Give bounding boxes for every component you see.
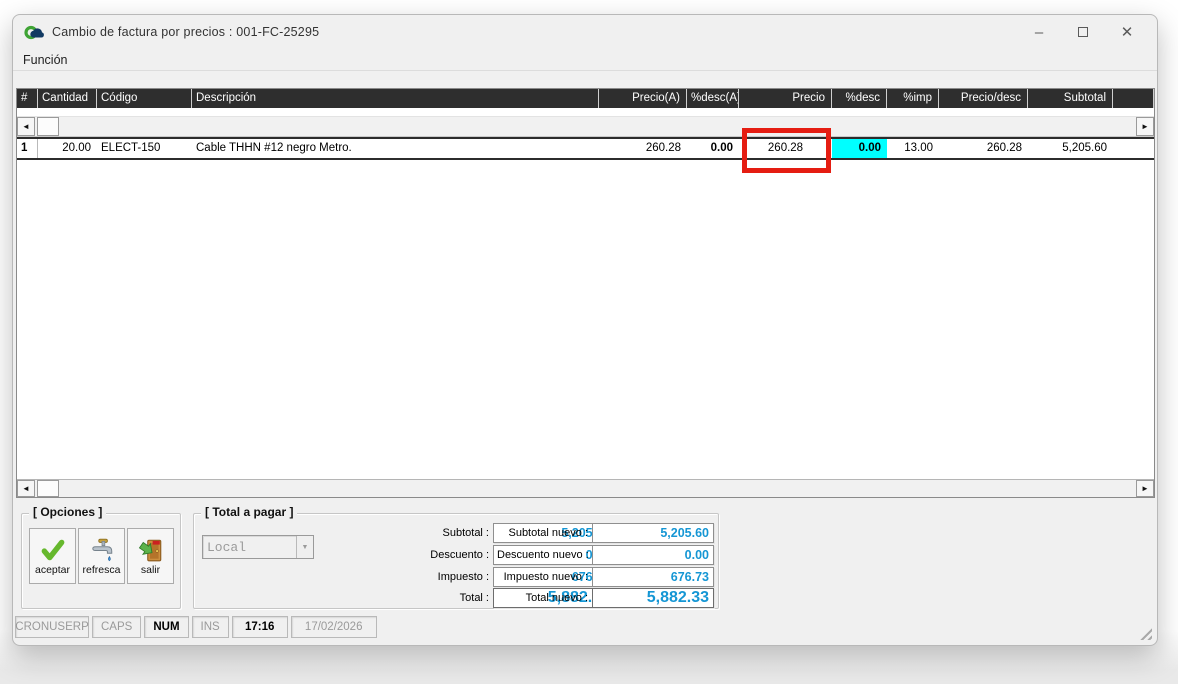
grid-header-spacer [17, 108, 1154, 116]
total-a-pagar-groupbox: [ Total a pagar ] Local ▼ Subtotal : 5,2… [193, 513, 719, 609]
refresca-button[interactable]: refresca [78, 528, 125, 584]
grid-empty-area [17, 160, 1154, 479]
cell-num[interactable]: 1 [17, 139, 38, 158]
menu-funcion[interactable]: Función [13, 51, 77, 69]
menu-bar: Función [13, 49, 1157, 71]
status-num: NUM [144, 616, 188, 638]
maximize-button[interactable] [1061, 15, 1105, 49]
cell-descripcion[interactable]: Cable THHN #12 negro Metro. [192, 139, 599, 158]
button-label: aceptar [35, 564, 70, 576]
salir-button[interactable]: salir [127, 528, 174, 584]
status-bar: CRONUSERP CAPS NUM INS 17:16 17/02/2026 [15, 616, 377, 638]
grid-rows: 1 20.00 ELECT-150 Cable THHN #12 negro M… [17, 137, 1154, 160]
cell-desc[interactable]: 0.00 [832, 139, 887, 158]
col-header-codigo[interactable]: Código [97, 89, 192, 108]
table-row[interactable]: 1 20.00 ELECT-150 Cable THHN #12 negro M… [17, 139, 1154, 160]
faucet-icon [89, 537, 115, 563]
scrollbar-thumb[interactable] [37, 480, 59, 497]
cell-desc-a[interactable]: 0.00 [687, 139, 739, 158]
subtotal-nuevo-field: 5,205.60 [592, 523, 714, 543]
total-nuevo-field: 5,882.33 [592, 588, 714, 608]
cell-subtotal[interactable]: 5,205.60 [1028, 139, 1113, 158]
descuento-label: Descuento : [321, 549, 493, 561]
col-header-desc[interactable]: %desc [832, 89, 887, 108]
scroll-left-arrow-icon[interactable]: ◄ [17, 480, 35, 497]
cell-precio-a[interactable]: 260.28 [599, 139, 687, 158]
grid-header-row: # Cantidad Código Descripción Precio(A) … [17, 89, 1154, 108]
app-cloud-icon [24, 25, 44, 40]
cell-precio[interactable]: 260.28 [739, 139, 832, 158]
scroll-right-arrow-icon[interactable]: ► [1136, 480, 1154, 497]
impuesto-label: Impuesto : [321, 571, 493, 583]
descuento-nuevo-label: Descuento nuevo : [497, 549, 592, 561]
cell-empty [1113, 139, 1154, 158]
status-date: 17/02/2026 [291, 616, 377, 638]
col-header-imp[interactable]: %imp [887, 89, 939, 108]
subtotal-nuevo-label: Subtotal nuevo : [497, 527, 592, 539]
scroll-right-arrow-icon[interactable]: ► [1136, 117, 1154, 136]
scrollbar-thumb[interactable] [37, 117, 59, 136]
exit-door-icon [138, 537, 164, 563]
status-time: 17:16 [232, 616, 288, 638]
status-caps: CAPS [92, 616, 141, 638]
opciones-groupbox: [ Opciones ] aceptar refresca [21, 513, 181, 609]
cell-cantidad[interactable]: 20.00 [38, 139, 97, 158]
col-header-precio-desc[interactable]: Precio/desc [939, 89, 1028, 108]
close-button[interactable]: ✕ [1105, 15, 1149, 49]
grid-bottom-scrollbar[interactable]: ◄ ► [17, 479, 1154, 497]
col-header-cantidad[interactable]: Cantidad [38, 89, 97, 108]
col-header-descripcion[interactable]: Descripción [192, 89, 599, 108]
col-header-desc-a[interactable]: %desc(A) [687, 89, 739, 108]
opciones-title: [ Opciones ] [29, 505, 106, 519]
status-user: CRONUSERP [15, 616, 89, 638]
total-nuevo-label: Total nuevo : [497, 592, 592, 604]
minimize-button[interactable]: – [1017, 15, 1061, 49]
button-label: salir [141, 564, 160, 576]
col-header-subtotal[interactable]: Subtotal [1028, 89, 1113, 108]
currency-select[interactable]: Local ▼ [202, 535, 314, 559]
cell-precio-desc[interactable]: 260.28 [939, 139, 1028, 158]
check-icon [40, 537, 66, 563]
button-label: refresca [83, 564, 121, 576]
impuesto-nuevo-label: Impuesto nuevo : [497, 571, 592, 583]
currency-value: Local [203, 540, 296, 555]
total-a-pagar-title: [ Total a pagar ] [201, 505, 297, 519]
grid-top-scrollbar[interactable]: ◄ ► [17, 116, 1154, 137]
col-header-precio[interactable]: Precio [739, 89, 832, 108]
cell-imp[interactable]: 13.00 [887, 139, 939, 158]
invoice-lines-grid: # Cantidad Código Descripción Precio(A) … [16, 88, 1155, 498]
subtotal-label: Subtotal : [321, 527, 493, 539]
window-title: Cambio de factura por precios : 001-FC-2… [52, 25, 319, 39]
aceptar-button[interactable]: aceptar [29, 528, 76, 584]
col-header-precio-a[interactable]: Precio(A) [599, 89, 687, 108]
app-window: Cambio de factura por precios : 001-FC-2… [12, 14, 1158, 646]
descuento-nuevo-field: 0.00 [592, 545, 714, 565]
status-ins: INS [192, 616, 229, 638]
cell-codigo[interactable]: ELECT-150 [97, 139, 192, 158]
scroll-left-arrow-icon[interactable]: ◄ [17, 117, 35, 136]
impuesto-nuevo-field: 676.73 [592, 567, 714, 587]
title-bar[interactable]: Cambio de factura por precios : 001-FC-2… [13, 15, 1157, 49]
chevron-down-icon: ▼ [296, 536, 313, 558]
col-header-num[interactable]: # [17, 89, 38, 108]
maximize-icon [1078, 27, 1088, 37]
resize-grip[interactable] [1137, 625, 1152, 640]
col-header-empty [1113, 89, 1154, 108]
total-label: Total : [321, 592, 493, 604]
